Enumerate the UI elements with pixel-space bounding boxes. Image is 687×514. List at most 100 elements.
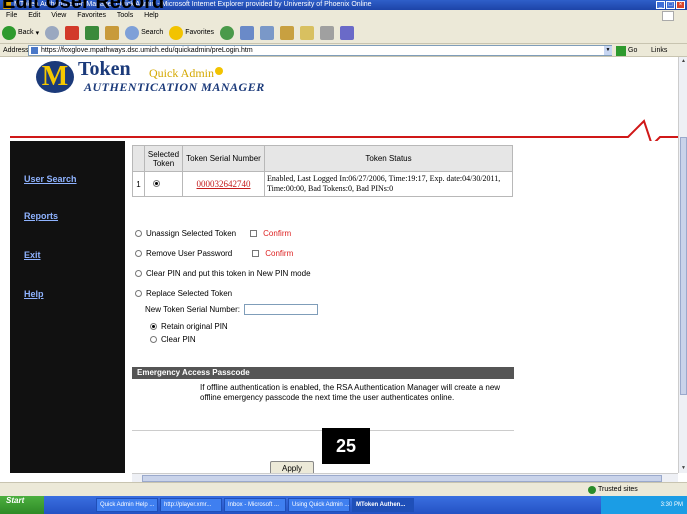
task-button[interactable]: Inbox - Microsoft ... [224,498,286,512]
table-header-index [132,145,145,172]
minimize-button[interactable]: _ [656,1,665,9]
remove-password-confirm-checkbox[interactable] [252,250,260,257]
replace-token-label: Replace Selected Token [146,289,233,298]
status-bar: Trusted sites [0,482,687,496]
maximize-button[interactable]: □ [666,1,675,9]
page-content: M Token Quick Admin AUTHENTICATION MANAG… [0,57,678,473]
start-button[interactable]: Start [0,496,44,514]
task-button-active[interactable]: MToken Authen... [352,498,414,512]
university-m-logo: M [36,61,74,93]
token-table: Selected Token Token Serial Number Token… [132,145,513,197]
taskbar-buttons: Quick Admin Help ... http://player.xmr..… [96,498,414,512]
sidebar-item-help[interactable]: Help [24,289,44,299]
clear-pin-option: Clear PIN and put this token in New PIN … [135,269,311,278]
scroll-up-icon[interactable]: ▲ [680,58,687,65]
horizontal-scrollbar[interactable] [132,473,678,482]
unassign-confirm-label: Confirm [263,229,292,238]
search-button[interactable]: Search [125,25,163,40]
table-header-row: Selected Token Token Serial Number Token… [132,145,513,172]
new-serial-row: New Token Serial Number: [145,304,319,315]
address-input[interactable]: https://foxglove.mpathways.dsc.umich.edu… [28,45,612,56]
menu-edit[interactable]: Edit [28,12,40,19]
system-tray: 3:30 PM [601,496,687,514]
close-button[interactable]: × [676,1,685,9]
row-select-cell [144,171,183,197]
task-button[interactable]: http://player.xmr... [160,498,222,512]
emergency-text: If offline authentication is enabled, th… [200,383,501,402]
menu-file[interactable]: File [6,12,17,19]
menu-bar: File Edit View Favorites Tools Help [0,10,687,22]
clock: 3:30 PM [660,502,683,508]
unassign-label: Unassign Selected Token [146,229,237,238]
remove-password-confirm-label: Confirm [265,249,294,258]
row-token-status: Enabled, Last Logged In:06/27/2006, Time… [264,171,513,197]
links-button[interactable]: Links [651,44,667,57]
select-token-radio[interactable] [153,179,160,187]
sidebar-item-user-search[interactable]: User Search [24,174,77,184]
brand-subtitle: AUTHENTICATION MANAGER [84,80,265,94]
back-arrow-icon [2,25,16,40]
edit-user-panel: Selected Token Token Serial Number Token… [125,141,678,473]
retain-pin-radio[interactable] [150,323,157,330]
task-button[interactable]: Quick Admin Help ... [96,498,158,512]
edit-icon[interactable] [280,25,295,40]
go-button[interactable]: Go [616,45,637,56]
clear-pin-short-label: Clear PIN [161,335,196,344]
vertical-scroll-thumb[interactable] [680,137,687,395]
zone-indicator: Trusted sites [588,485,638,495]
table-header-serial-number: Token Serial Number [182,145,265,172]
window-controls: _ □ × [656,1,685,9]
taskbar: Start Quick Admin Help ... http://player… [0,496,687,514]
remove-password-option: Remove User Password Confirm [135,249,293,258]
favorites-button[interactable]: Favorites [169,25,214,40]
address-bar: Address https://foxglove.mpathways.dsc.u… [0,44,687,57]
clear-pin-short-option: Clear PIN [150,335,196,344]
replace-token-radio[interactable] [135,290,142,297]
mail-icon[interactable] [240,25,255,40]
apply-button[interactable]: Apply [270,461,314,473]
address-dropdown-icon[interactable]: ▼ [604,46,612,55]
sidebar-item-reports[interactable]: Reports [24,211,58,221]
unassign-radio[interactable] [135,230,142,237]
go-arrow-icon [616,45,626,56]
menu-tools[interactable]: Tools [117,12,133,19]
menu-view[interactable]: View [51,12,66,19]
row-serial-cell: 000032642740 [182,171,265,197]
scroll-down-icon[interactable]: ▼ [680,465,687,472]
emergency-heading: Emergency Access Passcode [132,367,514,379]
history-icon[interactable] [220,25,235,40]
print-icon[interactable] [260,25,275,40]
refresh-icon[interactable] [85,25,100,40]
task-button[interactable]: Using Quick Admin ... [288,498,350,512]
new-serial-label: New Token Serial Number: [145,305,241,314]
step-number-badge: 25 [322,428,370,464]
clear-pin-short-radio[interactable] [150,336,157,343]
search-icon [125,25,140,40]
brand-token: Token [78,58,131,80]
horizontal-scroll-thumb[interactable] [142,475,662,482]
folder-icon[interactable] [300,25,315,40]
stop-icon[interactable] [65,25,80,40]
messenger-icon[interactable] [340,25,355,40]
clear-pin-mode-radio[interactable] [135,270,142,277]
back-button[interactable]: Back ▾ [2,25,39,40]
remove-password-radio[interactable] [135,250,142,257]
table-header-token-status: Token Status [264,145,513,172]
unassign-confirm-checkbox[interactable] [250,230,258,237]
vertical-scrollbar[interactable]: ▲ ▼ [678,57,687,473]
serial-number-link[interactable]: 000032642740 [197,179,251,189]
forward-arrow-icon[interactable] [45,25,60,40]
table-header-selected-token: Selected Token [144,145,183,172]
sidebar-nav: User Search Reports Exit Help [10,141,125,473]
sidebar-item-exit[interactable]: Exit [24,250,41,260]
brand-dot-icon [215,67,223,75]
retain-pin-label: Retain original PIN [161,322,228,331]
trusted-sites-icon [588,486,596,494]
menu-favorites[interactable]: Favorites [77,12,106,19]
menu-help[interactable]: Help [144,12,158,19]
new-serial-input[interactable] [244,304,319,315]
table-row: 1 000032642740 Enabled, Last Logged In:0… [132,171,513,197]
research-icon[interactable] [320,25,335,40]
home-icon[interactable] [105,25,120,40]
brand-quick-admin: Quick Admin [149,66,214,80]
